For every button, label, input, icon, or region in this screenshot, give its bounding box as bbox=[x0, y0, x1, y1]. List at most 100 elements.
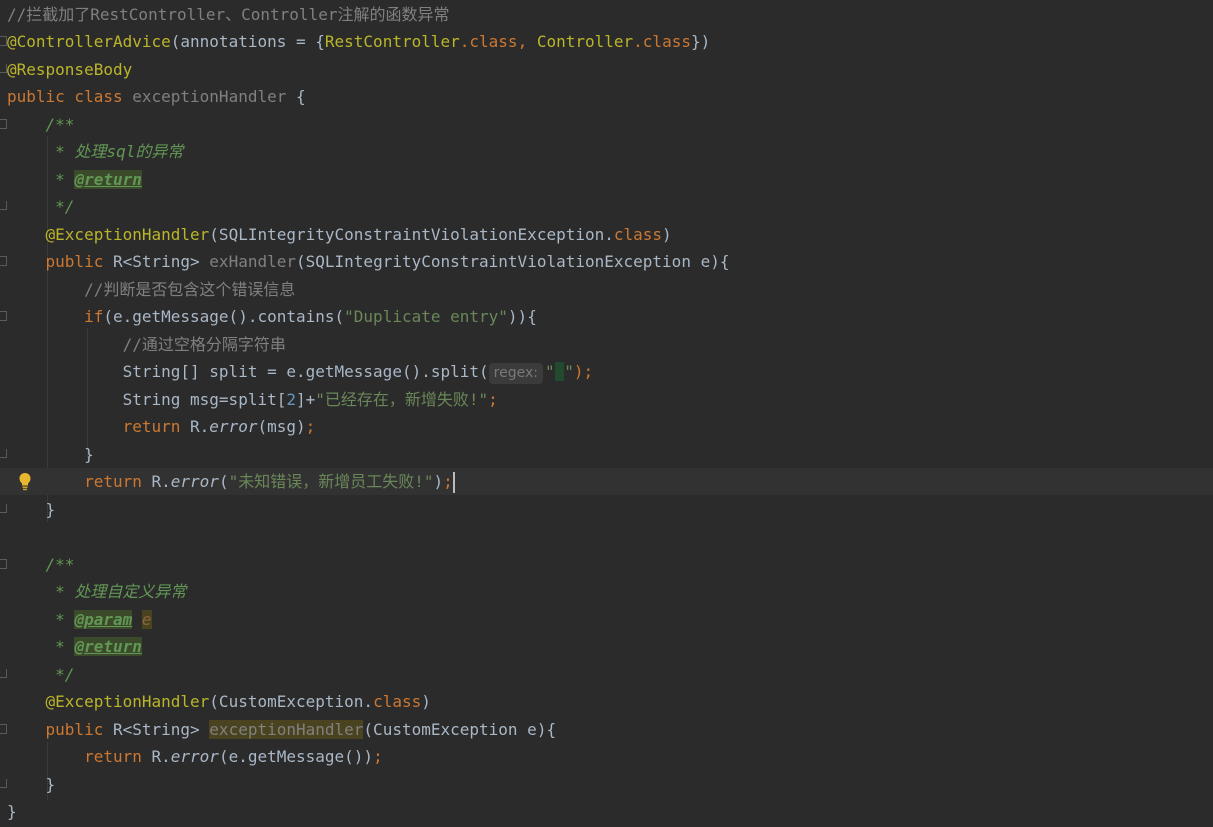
fold-marker-icon[interactable] bbox=[0, 36, 7, 46]
method-call: error bbox=[170, 472, 219, 491]
keyword: public bbox=[45, 720, 113, 739]
code-line-13[interactable]: //通过空格分隔字符串 bbox=[0, 331, 1213, 358]
code-text: String msg=split[ bbox=[122, 390, 287, 409]
code-line-2[interactable]: @ControllerAdvice(annotations = {RestCon… bbox=[0, 28, 1213, 55]
code-line-22[interactable]: * 处理自定义异常 bbox=[0, 578, 1213, 605]
fold-marker-icon[interactable] bbox=[0, 449, 7, 458]
annotation: @ControllerAdvice bbox=[7, 32, 171, 51]
code-line-30[interactable]: } bbox=[0, 798, 1213, 825]
fold-marker-icon[interactable] bbox=[0, 256, 7, 266]
code-text: } bbox=[84, 445, 94, 464]
fold-marker-icon[interactable] bbox=[0, 119, 7, 129]
string-literal: "未知错误，新增员工失败!" bbox=[228, 472, 434, 491]
code-text: }) bbox=[690, 32, 711, 51]
code-text: } bbox=[45, 775, 56, 794]
code-text: , bbox=[517, 32, 537, 51]
code-text: ; bbox=[488, 390, 498, 409]
keyword: return bbox=[84, 747, 152, 766]
text-caret bbox=[452, 472, 455, 493]
code-line-18[interactable]: return R.error("未知错误，新增员工失败!"); bbox=[0, 468, 1213, 495]
code-line-29[interactable]: } bbox=[0, 771, 1213, 798]
fold-marker-icon[interactable] bbox=[0, 779, 7, 788]
string-literal bbox=[554, 362, 565, 381]
fold-marker-icon[interactable] bbox=[0, 559, 7, 569]
code-text: (e.getMessage()) bbox=[218, 747, 374, 766]
code-line-9[interactable]: @ExceptionHandler(SQLIntegrityConstraint… bbox=[0, 221, 1213, 248]
string-literal: "已经存在，新增失败!" bbox=[315, 390, 489, 409]
code-text: (annotations = { bbox=[170, 32, 325, 51]
doc-comment: */ bbox=[45, 665, 75, 684]
code-line-26[interactable]: @ExceptionHandler(CustomException.class) bbox=[0, 688, 1213, 715]
class-name: exceptionHandler bbox=[132, 87, 287, 106]
code-text: (e.getMessage().contains( bbox=[103, 307, 345, 326]
code-text: R<String> bbox=[112, 720, 210, 739]
code-line-25[interactable]: */ bbox=[0, 661, 1213, 688]
class-ref: Controller bbox=[536, 32, 634, 51]
code-line-27[interactable]: public R<String> exceptionHandler(Custom… bbox=[0, 716, 1213, 743]
doc-comment bbox=[132, 610, 142, 629]
fold-marker-icon[interactable] bbox=[0, 504, 7, 513]
keyword: if bbox=[84, 307, 104, 326]
code-text: ); bbox=[573, 362, 594, 381]
doc-tag: @return bbox=[74, 170, 142, 189]
code-text: ; bbox=[305, 417, 316, 436]
code-line-10[interactable]: public R<String> exHandler(SQLIntegrityC… bbox=[0, 248, 1213, 275]
fold-marker-icon[interactable] bbox=[0, 724, 7, 734]
code-line-28[interactable]: return R.error(e.getMessage()); bbox=[0, 743, 1213, 770]
code-line-12[interactable]: if(e.getMessage().contains("Duplicate en… bbox=[0, 303, 1213, 330]
line-comment: //通过空格分隔字符串 bbox=[122, 335, 286, 354]
keyword: return bbox=[122, 417, 191, 436]
code-line-5[interactable]: /** bbox=[0, 111, 1213, 138]
code-text: (SQLIntegrityConstraintViolationExceptio… bbox=[209, 225, 614, 244]
code-text: (CustomException. bbox=[209, 692, 374, 711]
code-line-7[interactable]: * @return bbox=[0, 166, 1213, 193]
method-call: error bbox=[170, 747, 219, 766]
keyword: class bbox=[469, 32, 518, 51]
doc-comment: /** bbox=[45, 555, 75, 574]
code-text: ( bbox=[218, 472, 229, 491]
code-line-17[interactable]: } bbox=[0, 441, 1213, 468]
parameter-hint: regex: bbox=[488, 363, 543, 384]
fold-marker-icon[interactable] bbox=[0, 669, 7, 678]
code-text: )){ bbox=[507, 307, 537, 326]
code-text: . bbox=[459, 32, 470, 51]
method-call: error bbox=[209, 417, 258, 436]
code-line-15[interactable]: String msg=split[2]+"已经存在，新增失败!"; bbox=[0, 386, 1213, 413]
keyword: return bbox=[84, 472, 152, 491]
code-text: String[] split = e.getMessage().split( bbox=[122, 362, 489, 381]
fold-marker-icon[interactable] bbox=[0, 201, 7, 210]
code-line-11[interactable]: //判断是否包含这个错误信息 bbox=[0, 276, 1213, 303]
code-line-16[interactable]: return R.error(msg); bbox=[0, 413, 1213, 440]
code-line-1[interactable]: //拦截加了RestController、Controller注解的函数异常 bbox=[0, 1, 1213, 28]
code-line-23[interactable]: * @param e bbox=[0, 606, 1213, 633]
doc-comment: */ bbox=[45, 197, 75, 216]
doc-comment: /** bbox=[45, 115, 75, 134]
method-name: exHandler bbox=[209, 252, 296, 271]
line-comment: //判断是否包含这个错误信息 bbox=[84, 280, 296, 299]
line-comment: //拦截加了RestController、Controller注解的函数异常 bbox=[7, 5, 450, 24]
code-line-14[interactable]: String[] split = e.getMessage().split(re… bbox=[0, 358, 1213, 385]
code-line-24[interactable]: * @return bbox=[0, 633, 1213, 660]
fold-marker-icon[interactable] bbox=[0, 311, 7, 321]
string-literal: " bbox=[564, 362, 574, 381]
code-text: ]+ bbox=[296, 390, 316, 409]
code-line-21[interactable]: /** bbox=[0, 551, 1213, 578]
doc-comment: * 处理自定义异常 bbox=[45, 582, 187, 601]
code-line-3[interactable]: @ResponseBody bbox=[0, 56, 1213, 83]
fold-marker-icon[interactable] bbox=[0, 64, 7, 73]
code-text: ) bbox=[433, 472, 444, 491]
code-line-20[interactable] bbox=[0, 523, 1213, 550]
code-text: { bbox=[286, 87, 306, 106]
keyword: class bbox=[613, 225, 663, 244]
code-line-8[interactable]: */ bbox=[0, 193, 1213, 220]
keyword: public class bbox=[7, 87, 133, 106]
code-text: (msg) bbox=[257, 417, 306, 436]
code-line-6[interactable]: * 处理sql的异常 bbox=[0, 138, 1213, 165]
code-line-4[interactable]: public class exceptionHandler { bbox=[0, 83, 1213, 110]
code-line-19[interactable]: } bbox=[0, 496, 1213, 523]
code-editor[interactable]: //拦截加了RestController、Controller注解的函数异常 @… bbox=[0, 0, 1213, 827]
code-text: ; bbox=[373, 747, 383, 766]
code-text: R. bbox=[151, 472, 171, 491]
method-name: exceptionHandler bbox=[209, 720, 364, 739]
code-text: . bbox=[633, 32, 643, 51]
